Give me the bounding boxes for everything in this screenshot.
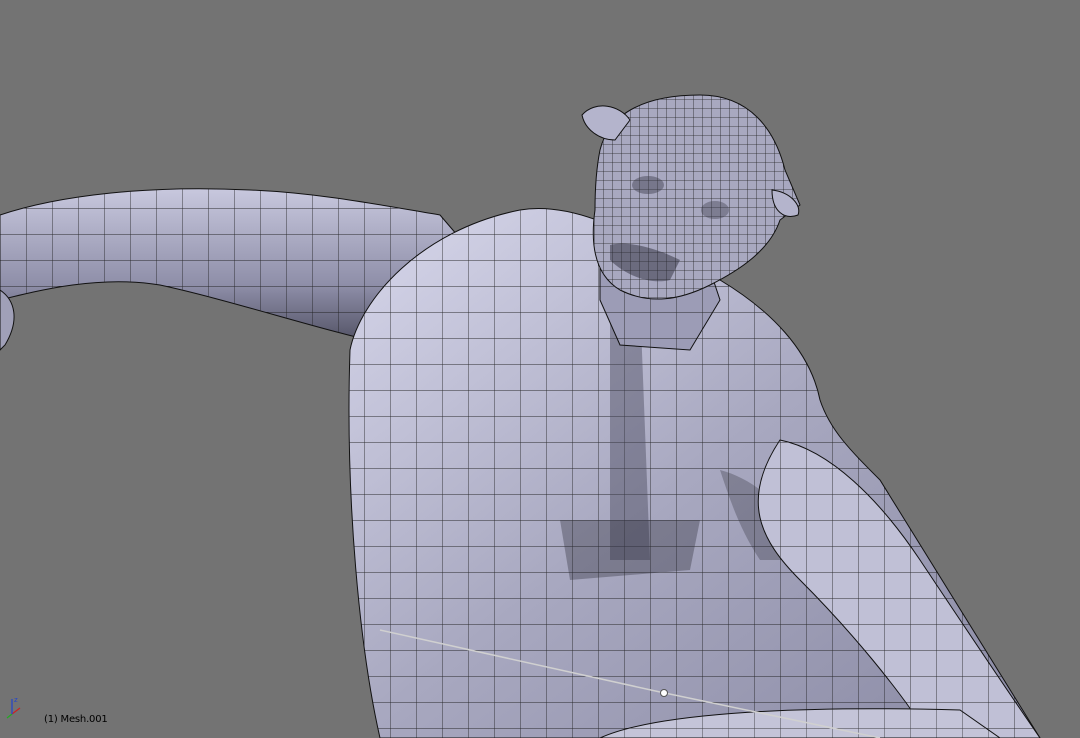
head [581, 94, 801, 300]
axis-gizmo: z [6, 696, 21, 719]
lamp-handle[interactable] [660, 689, 668, 697]
3d-viewport[interactable]: z (1) Mesh.001 [0, 0, 1080, 738]
active-object-label: (1) Mesh.001 [44, 714, 108, 725]
z-axis-label: z [14, 696, 18, 704]
mesh-object[interactable] [0, 0, 1080, 738]
y-axis-icon [6, 713, 13, 719]
x-axis-icon [11, 707, 21, 715]
